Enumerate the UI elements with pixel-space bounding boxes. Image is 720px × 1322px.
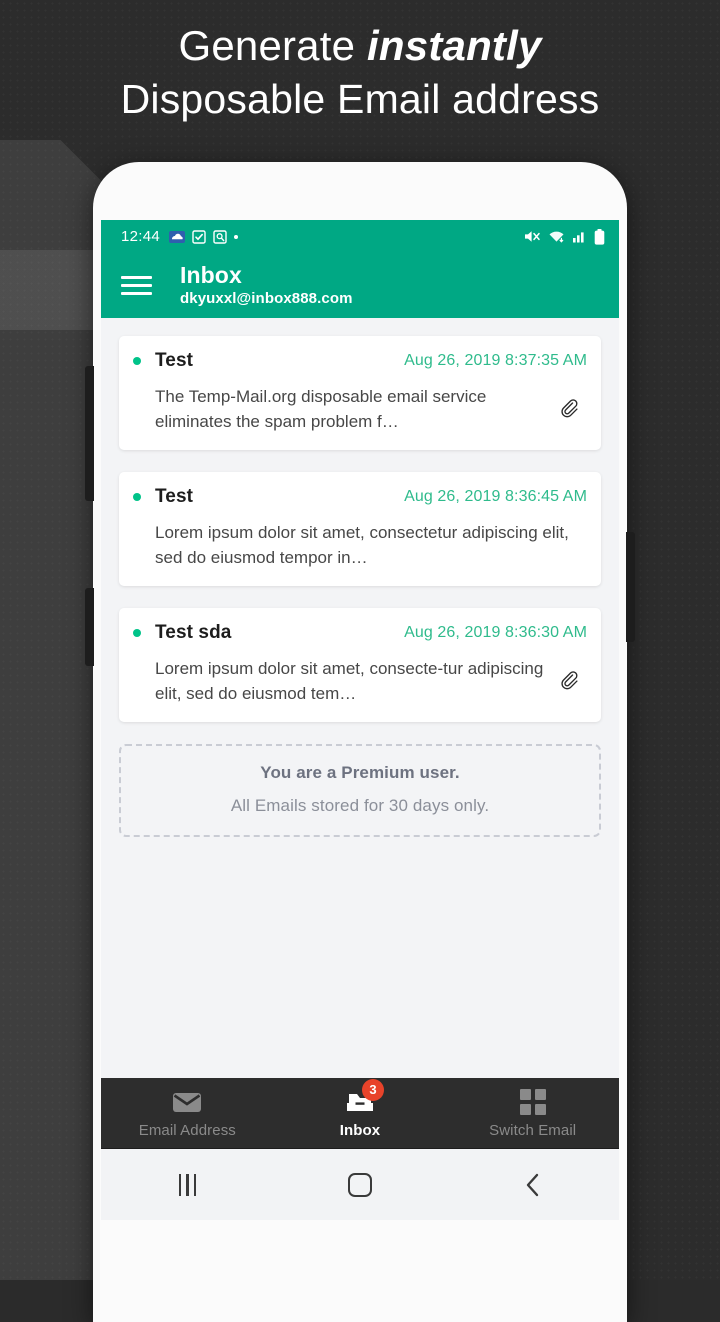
hamburger-bar bbox=[121, 292, 152, 295]
email-body-row: Lorem ipsum dolor sit amet, consecte-tur… bbox=[133, 656, 587, 706]
checkbox-square-icon bbox=[192, 230, 206, 244]
bottom-navigation-bar: Email Address 3 Inbox Switch Email bbox=[101, 1078, 619, 1148]
nav-label: Inbox bbox=[274, 1122, 447, 1139]
recents-bar bbox=[194, 1174, 197, 1196]
nav-item-switch-email[interactable]: Switch Email bbox=[446, 1088, 619, 1139]
email-date: Aug 26, 2019 8:37:35 AM bbox=[404, 352, 587, 370]
email-subject: Test bbox=[155, 350, 193, 372]
email-list-item[interactable]: Test Aug 26, 2019 8:37:35 AM The Temp-Ma… bbox=[119, 336, 601, 450]
grid-cell bbox=[535, 1104, 546, 1115]
status-bar-system-icons bbox=[524, 229, 605, 245]
home-glyph bbox=[348, 1173, 372, 1197]
attachment-paperclip-icon bbox=[553, 397, 587, 421]
recents-bar bbox=[179, 1174, 182, 1196]
magnifier-square-icon bbox=[213, 230, 227, 244]
premium-notice-subtitle: All Emails stored for 30 days only. bbox=[131, 796, 589, 816]
back-glyph bbox=[523, 1172, 543, 1198]
premium-notice-title: You are a Premium user. bbox=[131, 763, 589, 783]
phone-screen: 12:44 bbox=[101, 220, 619, 1220]
dot-icon bbox=[234, 235, 238, 239]
unread-indicator-dot bbox=[133, 493, 141, 501]
power-button[interactable] bbox=[626, 532, 635, 642]
email-body-row: The Temp-Mail.org disposable email servi… bbox=[133, 384, 587, 434]
grid-apps-glyph bbox=[520, 1089, 546, 1115]
app-bar-titles: Inbox dkyuxxl@inbox888.com bbox=[180, 262, 353, 309]
volume-rocker-button[interactable] bbox=[85, 366, 94, 501]
headline-line-2: Disposable Email address bbox=[0, 72, 720, 126]
email-list: Test Aug 26, 2019 8:37:35 AM The Temp-Ma… bbox=[101, 318, 619, 722]
battery-icon bbox=[594, 229, 605, 245]
email-preview-text: Lorem ipsum dolor sit amet, consecte-tur… bbox=[133, 656, 553, 706]
unread-indicator-dot bbox=[133, 357, 141, 365]
email-preview-text: The Temp-Mail.org disposable email servi… bbox=[133, 384, 553, 434]
nav-item-inbox[interactable]: 3 Inbox bbox=[274, 1088, 447, 1139]
unread-indicator-dot bbox=[133, 629, 141, 637]
home-icon[interactable] bbox=[274, 1173, 447, 1197]
status-bar-notification-icons bbox=[169, 229, 238, 244]
headline-line-1-emphasis: instantly bbox=[367, 22, 542, 69]
grid-cell bbox=[535, 1089, 546, 1100]
recents-icon[interactable] bbox=[101, 1174, 274, 1196]
email-list-item[interactable]: Test Aug 26, 2019 8:36:45 AM Lorem ipsum… bbox=[119, 472, 601, 586]
hamburger-menu-icon[interactable] bbox=[121, 271, 152, 300]
app-bar: Inbox dkyuxxl@inbox888.com bbox=[101, 253, 619, 318]
email-date: Aug 26, 2019 8:36:30 AM bbox=[404, 624, 587, 642]
headline-line-1: Generate instantly bbox=[0, 20, 720, 72]
inbox-tray-icon: 3 bbox=[274, 1088, 447, 1116]
hamburger-bar bbox=[121, 284, 152, 287]
nav-label: Email Address bbox=[101, 1122, 274, 1139]
assistant-side-button[interactable] bbox=[85, 588, 94, 666]
premium-notice: You are a Premium user. All Emails store… bbox=[119, 744, 601, 837]
status-bar: 12:44 bbox=[101, 220, 619, 253]
mute-icon bbox=[524, 229, 541, 244]
recents-glyph bbox=[179, 1174, 197, 1196]
email-preview-text: Lorem ipsum dolor sit amet, consectetur … bbox=[133, 520, 587, 570]
page-title: Inbox bbox=[180, 262, 353, 289]
wifi-icon bbox=[548, 229, 565, 244]
envelope-icon bbox=[101, 1088, 274, 1116]
headline-line-1-plain: Generate bbox=[178, 22, 367, 69]
android-navigation-bar bbox=[101, 1148, 619, 1220]
nav-item-email-address[interactable]: Email Address bbox=[101, 1088, 274, 1139]
inbox-unread-badge: 3 bbox=[362, 1079, 384, 1101]
nav-label: Switch Email bbox=[446, 1122, 619, 1139]
back-icon[interactable] bbox=[446, 1172, 619, 1198]
status-bar-clock: 12:44 bbox=[121, 228, 160, 245]
email-body-row: Lorem ipsum dolor sit amet, consectetur … bbox=[133, 520, 587, 570]
cloud-app-icon bbox=[169, 229, 185, 244]
signal-icon bbox=[572, 229, 587, 244]
attachment-paperclip-icon bbox=[553, 669, 587, 693]
email-subject: Test sda bbox=[155, 622, 231, 644]
grid-cell bbox=[520, 1104, 531, 1115]
email-header-row: Test Aug 26, 2019 8:36:45 AM bbox=[133, 486, 587, 508]
grid-apps-icon bbox=[446, 1088, 619, 1116]
email-header-row: Test sda Aug 26, 2019 8:36:30 AM bbox=[133, 622, 587, 644]
email-subject: Test bbox=[155, 486, 193, 508]
email-header-row: Test Aug 26, 2019 8:37:35 AM bbox=[133, 350, 587, 372]
email-list-item[interactable]: Test sda Aug 26, 2019 8:36:30 AM Lorem i… bbox=[119, 608, 601, 722]
hamburger-bar bbox=[121, 276, 152, 279]
current-email-address[interactable]: dkyuxxl@inbox888.com bbox=[180, 289, 353, 309]
promo-headline: Generate instantly Disposable Email addr… bbox=[0, 0, 720, 160]
email-date: Aug 26, 2019 8:36:45 AM bbox=[404, 488, 587, 506]
recents-bar bbox=[186, 1174, 189, 1196]
grid-cell bbox=[520, 1089, 531, 1100]
